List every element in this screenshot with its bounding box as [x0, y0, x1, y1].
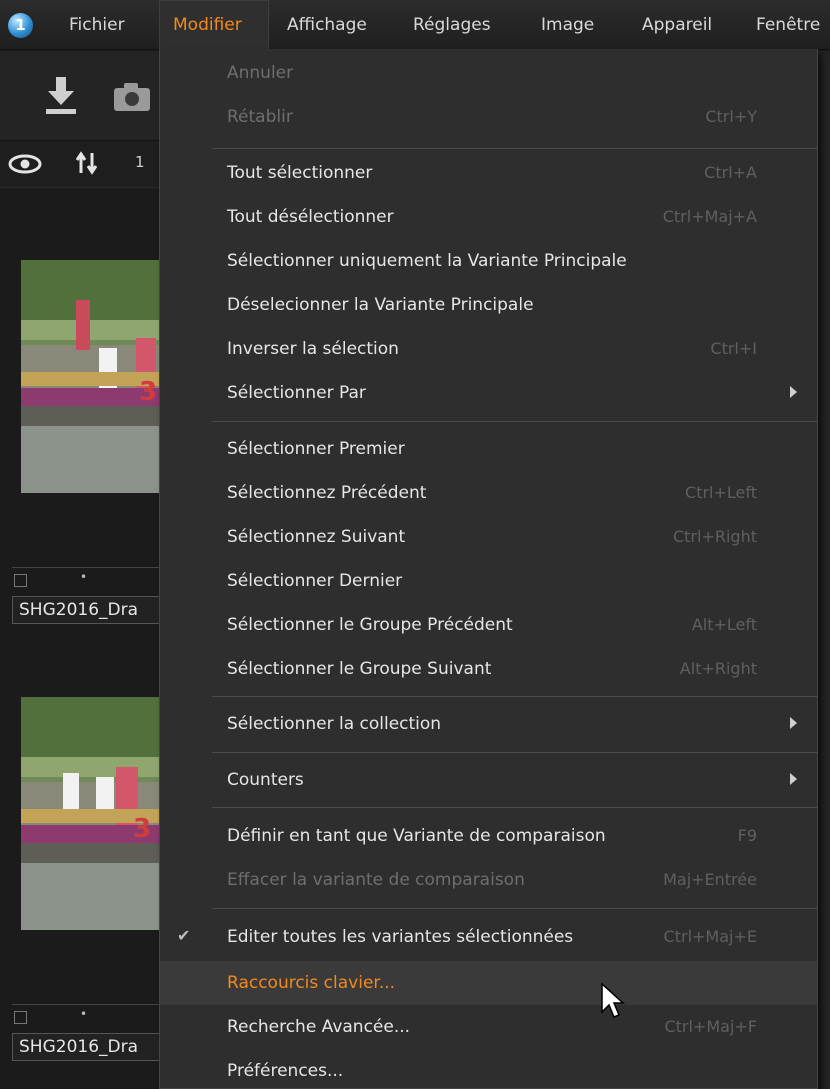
menu-item-label: Définir en tant que Variante de comparai…	[227, 826, 606, 846]
toolbar	[0, 51, 159, 141]
thumbnail-image[interactable]: 3	[21, 260, 159, 493]
count-label: 1	[135, 153, 145, 171]
menu-fichier[interactable]: Fichier	[69, 0, 125, 50]
menu-item-inverser-selection[interactable]: Inverser la sélection Ctrl+I	[160, 327, 817, 371]
menu-item-selectionner-premier[interactable]: Sélectionner Premier	[160, 427, 817, 471]
app-logo[interactable]: 1	[8, 13, 33, 38]
menu-item-selectionnez-precedent[interactable]: Sélectionnez Précédent Ctrl+Left	[160, 471, 817, 515]
menu-separator	[212, 752, 817, 753]
menu-item-shortcut: Ctrl+Maj+E	[663, 927, 757, 946]
menu-item-label: Déselecionner la Variante Principale	[227, 295, 534, 315]
menu-item-label: Sélectionner Par	[227, 383, 366, 403]
menu-item-preferences[interactable]: Préférences...	[160, 1049, 817, 1089]
menu-item-label: Sélectionner la collection	[227, 714, 442, 734]
menu-item-label: Counters	[227, 770, 304, 790]
menu-item-label: Sélectionnez Précédent	[227, 483, 427, 503]
menu-item-label: Sélectionner le Groupe Précédent	[227, 615, 513, 635]
menu-item-counters[interactable]: Counters	[160, 758, 817, 802]
thumbnail-filename[interactable]: SHG2016_Dra	[12, 596, 159, 624]
menu-item-label: Rétablir	[227, 107, 293, 127]
menu-item-label: Inverser la sélection	[227, 339, 399, 359]
menu-item-selectionnez-suivant[interactable]: Sélectionnez Suivant Ctrl+Right	[160, 515, 817, 559]
menu-image[interactable]: Image	[541, 0, 594, 50]
menu-item-shortcut: Maj+Entrée	[663, 870, 757, 889]
thumbnail-filename[interactable]: SHG2016_Dra	[12, 1033, 159, 1061]
menu-appareil[interactable]: Appareil	[642, 0, 712, 50]
menu-separator	[212, 696, 817, 697]
menu-item-groupe-precedent[interactable]: Sélectionner le Groupe Précédent Alt+Lef…	[160, 603, 817, 647]
svg-text:3: 3	[139, 377, 157, 407]
menu-item-label: Raccourcis clavier...	[227, 973, 396, 993]
menu-item-label: Sélectionner le Groupe Suivant	[227, 659, 492, 679]
menu-item-groupe-suivant[interactable]: Sélectionner le Groupe Suivant Alt+Right	[160, 647, 817, 691]
menu-item-label: Effacer la variante de comparaison	[227, 870, 525, 890]
menu-item-deselectionner-variante-principale[interactable]: Déselecionner la Variante Principale	[160, 283, 817, 327]
menu-separator	[212, 148, 817, 149]
menu-item-shortcut: Alt+Right	[679, 659, 757, 678]
menu-item-label: Tout sélectionner	[227, 163, 373, 183]
menu-item-selectionner-par[interactable]: Sélectionner Par	[160, 371, 817, 415]
submenu-arrow-icon	[790, 717, 797, 729]
menubar: 1 Fichier Modifier Affichage Réglages Im…	[0, 0, 830, 50]
menu-item-label: Sélectionner Dernier	[227, 571, 403, 591]
menu-item-shortcut: Ctrl+A	[704, 163, 757, 182]
viewer-edge	[818, 51, 830, 1089]
viewbar: 1	[0, 141, 159, 188]
menu-item-label: Tout désélectionner	[227, 207, 394, 227]
menu-item-shortcut: Ctrl+Y	[705, 107, 757, 126]
sort-icon[interactable]	[75, 151, 99, 175]
menu-item-tout-selectionner[interactable]: Tout sélectionner Ctrl+A	[160, 151, 817, 195]
rating-dot: •	[80, 570, 88, 584]
menu-item-shortcut: Alt+Left	[691, 615, 757, 634]
menu-item-label: Sélectionner Premier	[227, 439, 405, 459]
menu-item-annuler[interactable]: Annuler	[160, 51, 817, 95]
thumbnail-image[interactable]: 3	[21, 697, 159, 930]
menu-modifier[interactable]: Modifier	[159, 0, 269, 50]
menu-separator	[212, 421, 817, 422]
rating-dot: •	[80, 1007, 88, 1021]
thumbnail-checkbox[interactable]	[14, 574, 27, 587]
menu-item-shortcut: Ctrl+Maj+F	[664, 1017, 757, 1036]
menu-item-shortcut: Ctrl+I	[710, 339, 757, 358]
submenu-arrow-icon	[790, 773, 797, 785]
menu-item-shortcut: Ctrl+Right	[672, 527, 757, 546]
menu-item-tout-deselectionner[interactable]: Tout désélectionner Ctrl+Maj+A	[160, 195, 817, 239]
menu-item-shortcut: Ctrl+Maj+A	[662, 207, 757, 226]
menu-item-retablir[interactable]: Rétablir Ctrl+Y	[160, 95, 817, 139]
svg-text:3: 3	[133, 814, 151, 844]
menu-item-editer-variantes-selectionnees[interactable]: ✔ Editer toutes les variantes sélectionn…	[160, 915, 817, 959]
menu-affichage[interactable]: Affichage	[287, 0, 367, 50]
menu-item-label: Editer toutes les variantes sélectionnée…	[227, 927, 574, 947]
menu-item-label: Recherche Avancée...	[227, 1017, 411, 1037]
thumbnail-row: •	[12, 1004, 159, 1030]
menu-separator	[212, 807, 817, 808]
thumbnail-row: •	[12, 567, 159, 593]
menu-item-selectionner-dernier[interactable]: Sélectionner Dernier	[160, 559, 817, 603]
menu-item-label: Sélectionnez Suivant	[227, 527, 406, 547]
menu-item-shortcut: F9	[737, 826, 757, 845]
submenu-arrow-icon	[790, 386, 797, 398]
menu-item-selectionner-variante-principale[interactable]: Sélectionner uniquement la Variante Prin…	[160, 239, 817, 283]
menu-reglages[interactable]: Réglages	[413, 0, 491, 50]
menu-separator	[212, 908, 817, 909]
menu-fenetre[interactable]: Fenêtre	[756, 0, 820, 50]
modifier-dropdown-menu: Annuler Rétablir Ctrl+Y Tout sélectionne…	[159, 49, 818, 1089]
menu-item-label: Sélectionner uniquement la Variante Prin…	[227, 251, 627, 271]
menu-item-definir-variante-comparaison[interactable]: Définir en tant que Variante de comparai…	[160, 814, 817, 858]
menu-item-label: Annuler	[227, 63, 294, 83]
menu-item-shortcut: Ctrl+Left	[685, 483, 757, 502]
menu-item-raccourcis-clavier[interactable]: Raccourcis clavier...	[160, 961, 817, 1005]
menu-item-effacer-variante-comparaison[interactable]: Effacer la variante de comparaison Maj+E…	[160, 858, 817, 902]
camera-icon[interactable]	[112, 81, 152, 113]
thumbnail-checkbox[interactable]	[14, 1011, 27, 1024]
mouse-cursor-icon	[601, 982, 625, 1018]
import-icon[interactable]	[44, 77, 78, 117]
eye-icon[interactable]	[8, 154, 42, 174]
menu-item-label: Préférences...	[227, 1061, 344, 1081]
menu-item-recherche-avancee[interactable]: Recherche Avancée... Ctrl+Maj+F	[160, 1005, 817, 1049]
menu-item-selectionner-collection[interactable]: Sélectionner la collection	[160, 702, 817, 746]
checkmark-icon: ✔	[177, 926, 191, 945]
